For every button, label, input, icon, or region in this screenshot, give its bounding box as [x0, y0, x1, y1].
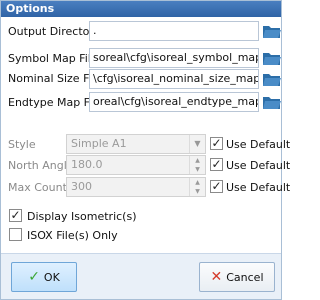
endtype-map-file-field[interactable]: oreal\cfg\isoreal_endtype_map.ptd: [89, 92, 259, 112]
ok-button-label: OK: [43, 271, 60, 284]
north-angle-label: North Angle: [8, 159, 74, 172]
dialog-title: Options: [1, 1, 281, 17]
north-angle-use-default-checkbox[interactable]: ✓: [210, 158, 223, 171]
nominal-size-file-label: Nominal Size File: [8, 72, 102, 85]
style-use-default-checkbox[interactable]: ✓: [210, 137, 223, 150]
ok-button[interactable]: ✓ OK: [11, 262, 77, 292]
folder-open-icon[interactable]: [262, 70, 282, 88]
max-count-input[interactable]: 300 ▲ ▼: [66, 177, 206, 197]
symbol-map-file-label: Symbol Map File: [8, 52, 98, 65]
symbol-map-file-field[interactable]: soreal\cfg\isoreal_symbol_map.ptd: [89, 48, 259, 68]
max-count-use-default-label: Use Default: [226, 181, 291, 194]
spin-down-icon[interactable]: ▼: [190, 187, 205, 196]
style-select[interactable]: Simple A1 ▼: [66, 134, 206, 154]
endtype-map-file-label: Endtype Map File: [8, 96, 103, 109]
max-count-value: 300: [71, 180, 92, 193]
style-label: Style: [8, 138, 36, 151]
display-isometrics-checkbox[interactable]: ✓: [9, 209, 22, 222]
button-bar: ✓ OK ✕ Cancel: [1, 253, 281, 299]
max-count-label: Max Count: [8, 181, 67, 194]
style-use-default-label: Use Default: [226, 138, 291, 151]
spinner-buttons: ▲ ▼: [189, 178, 205, 196]
nominal-size-file-field[interactable]: \cfg\isoreal_nominal_size_map.ptd: [89, 69, 259, 89]
options-dialog: Options Output Directory . Symbol Map Fi…: [0, 0, 290, 300]
output-directory-field[interactable]: .: [89, 21, 259, 41]
max-count-use-default-checkbox[interactable]: ✓: [210, 180, 223, 193]
folder-open-icon[interactable]: [262, 93, 282, 111]
spin-down-icon[interactable]: ▼: [190, 165, 205, 174]
output-directory-label: Output Directory: [8, 25, 101, 38]
spin-up-icon[interactable]: ▲: [190, 156, 205, 165]
spinner-buttons: ▲ ▼: [189, 156, 205, 174]
cancel-button[interactable]: ✕ Cancel: [199, 262, 275, 292]
north-angle-use-default-label: Use Default: [226, 159, 291, 172]
spin-up-icon[interactable]: ▲: [190, 178, 205, 187]
style-value: Simple A1: [71, 137, 127, 150]
folder-open-icon[interactable]: [262, 49, 282, 67]
isox-only-label: ISOX File(s) Only: [27, 229, 118, 242]
north-angle-value: 180.0: [71, 158, 103, 171]
folder-open-icon[interactable]: [262, 22, 282, 40]
close-icon: ✕: [210, 269, 223, 285]
north-angle-input[interactable]: 180.0 ▲ ▼: [66, 155, 206, 175]
checkmark-icon: ✓: [28, 269, 40, 285]
chevron-down-icon[interactable]: ▼: [189, 135, 205, 153]
display-isometrics-label: Display Isometric(s): [27, 210, 137, 223]
isox-only-checkbox[interactable]: [9, 228, 22, 241]
cancel-button-label: Cancel: [226, 271, 264, 284]
